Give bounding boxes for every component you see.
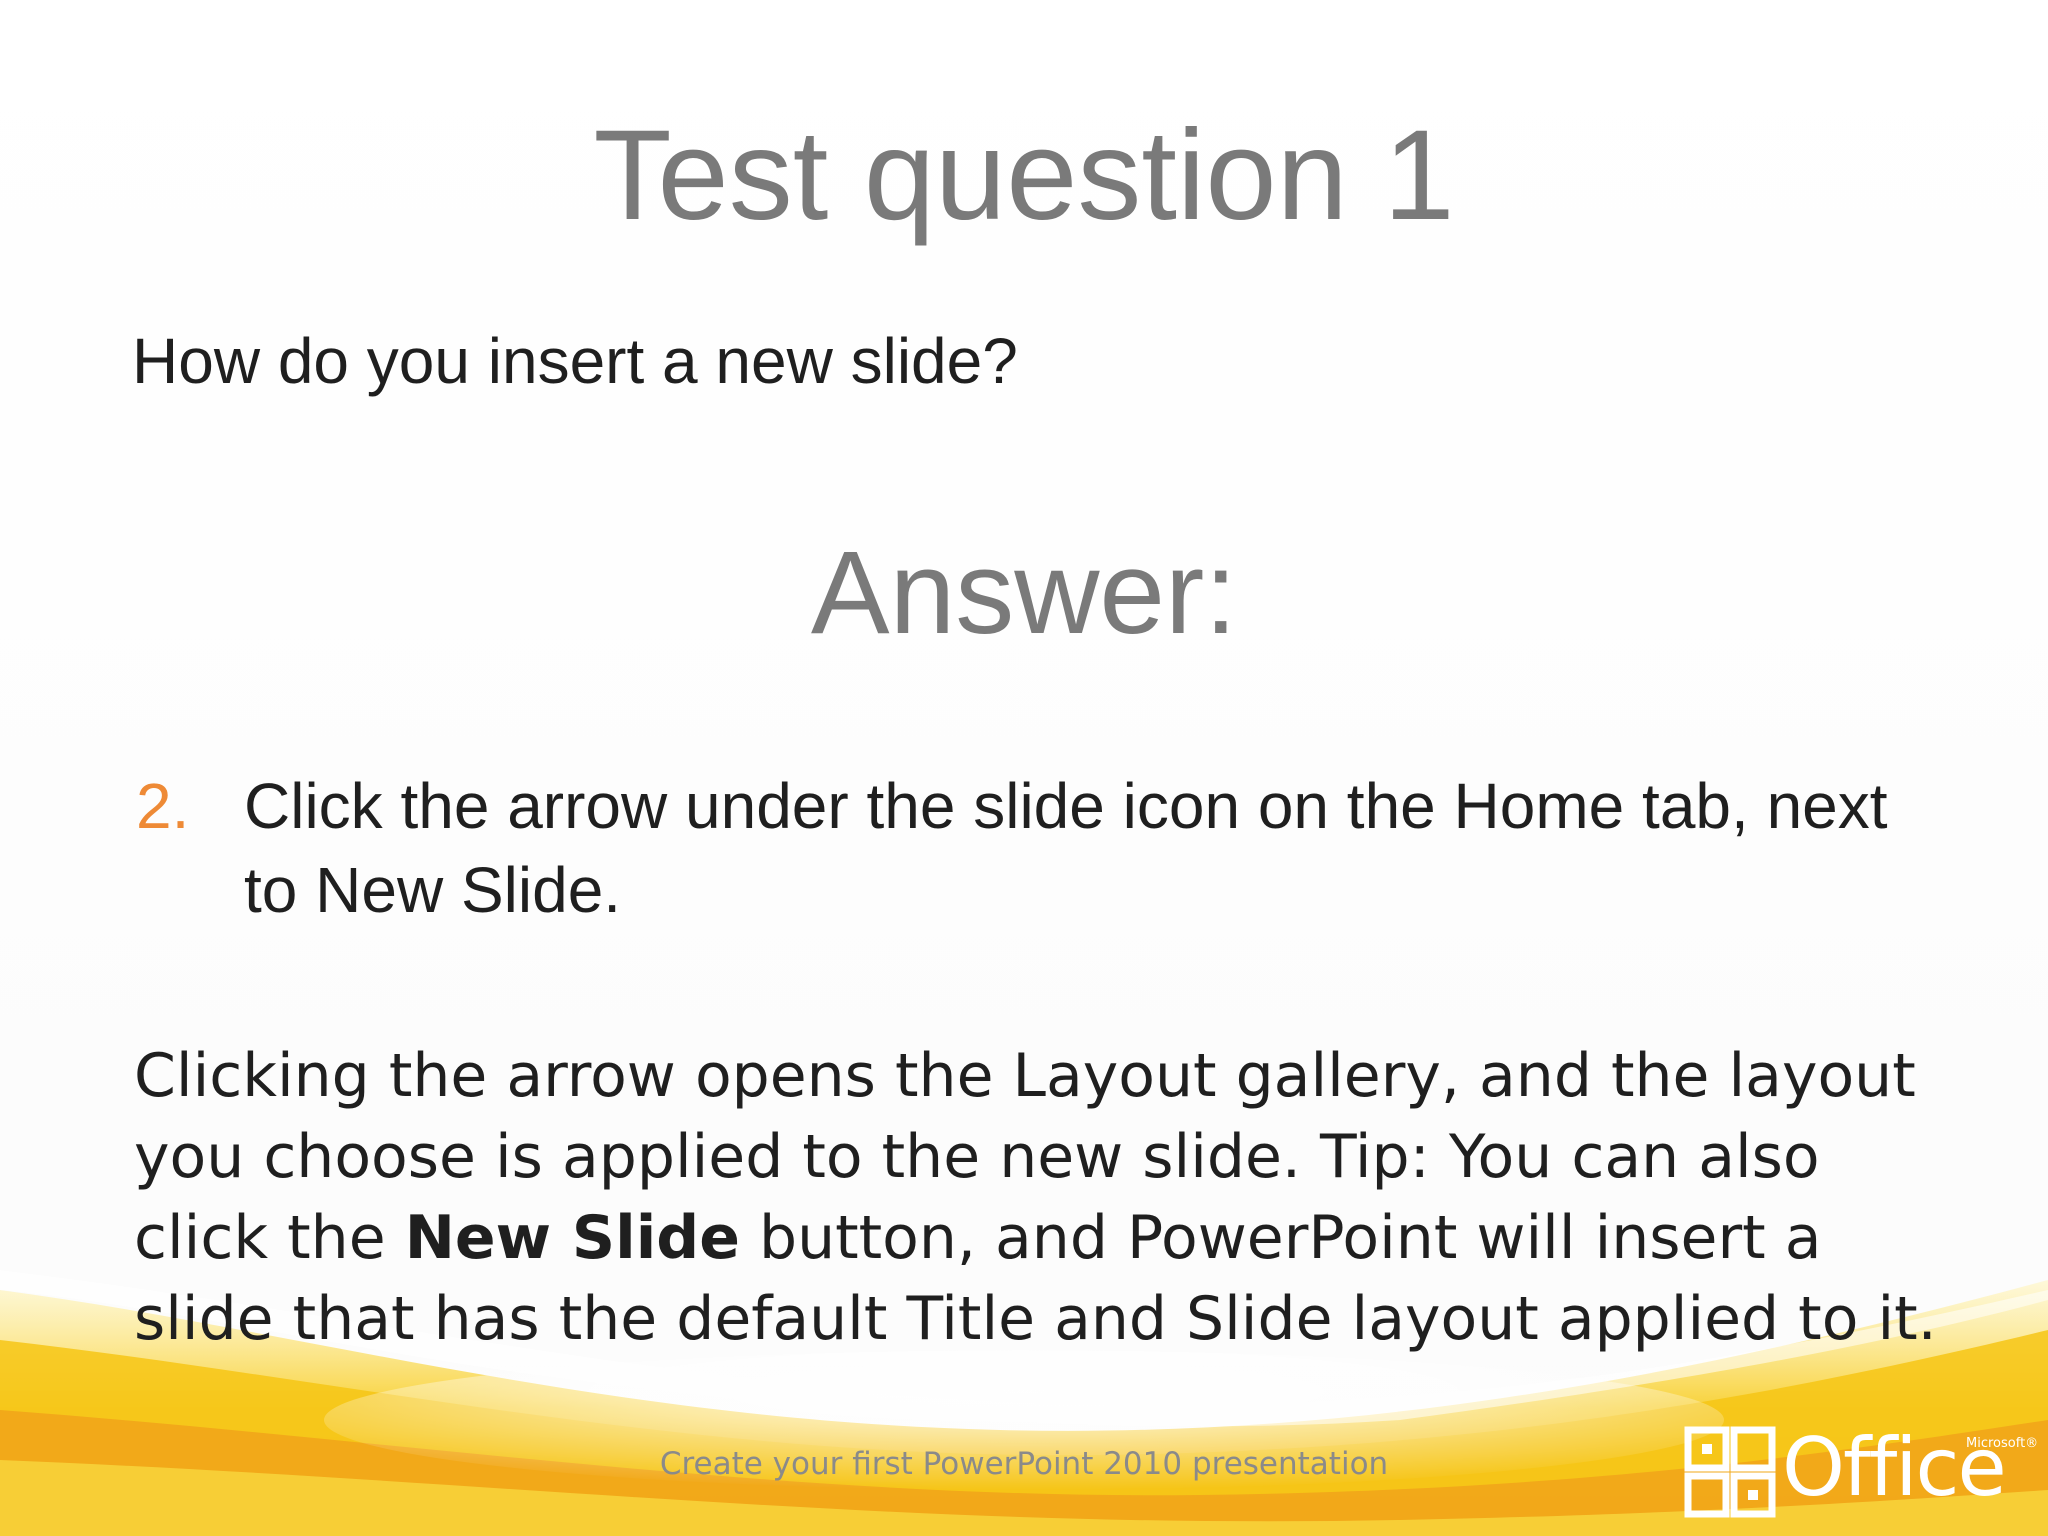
office-logo-icon xyxy=(1684,1426,1776,1518)
answer-number: 2. xyxy=(136,770,190,842)
answer-text: Click the arrow under the slide icon on … xyxy=(244,770,1888,926)
question-text: How do you insert a new slide? xyxy=(132,325,1018,397)
answer-heading: Answer: xyxy=(810,527,1238,659)
slide: Test question 1 How do you insert a new … xyxy=(0,0,2048,1536)
explanation-bold-term: New Slide xyxy=(404,1203,740,1273)
office-logo-brand: Microsoft® xyxy=(1966,1436,2039,1451)
slide-title: Test question 1 xyxy=(593,104,1455,247)
office-logo: Office Microsoft® xyxy=(1682,1424,2038,1520)
explanation-paragraph: Clicking the arrow opens the Layout gall… xyxy=(134,1036,1954,1360)
